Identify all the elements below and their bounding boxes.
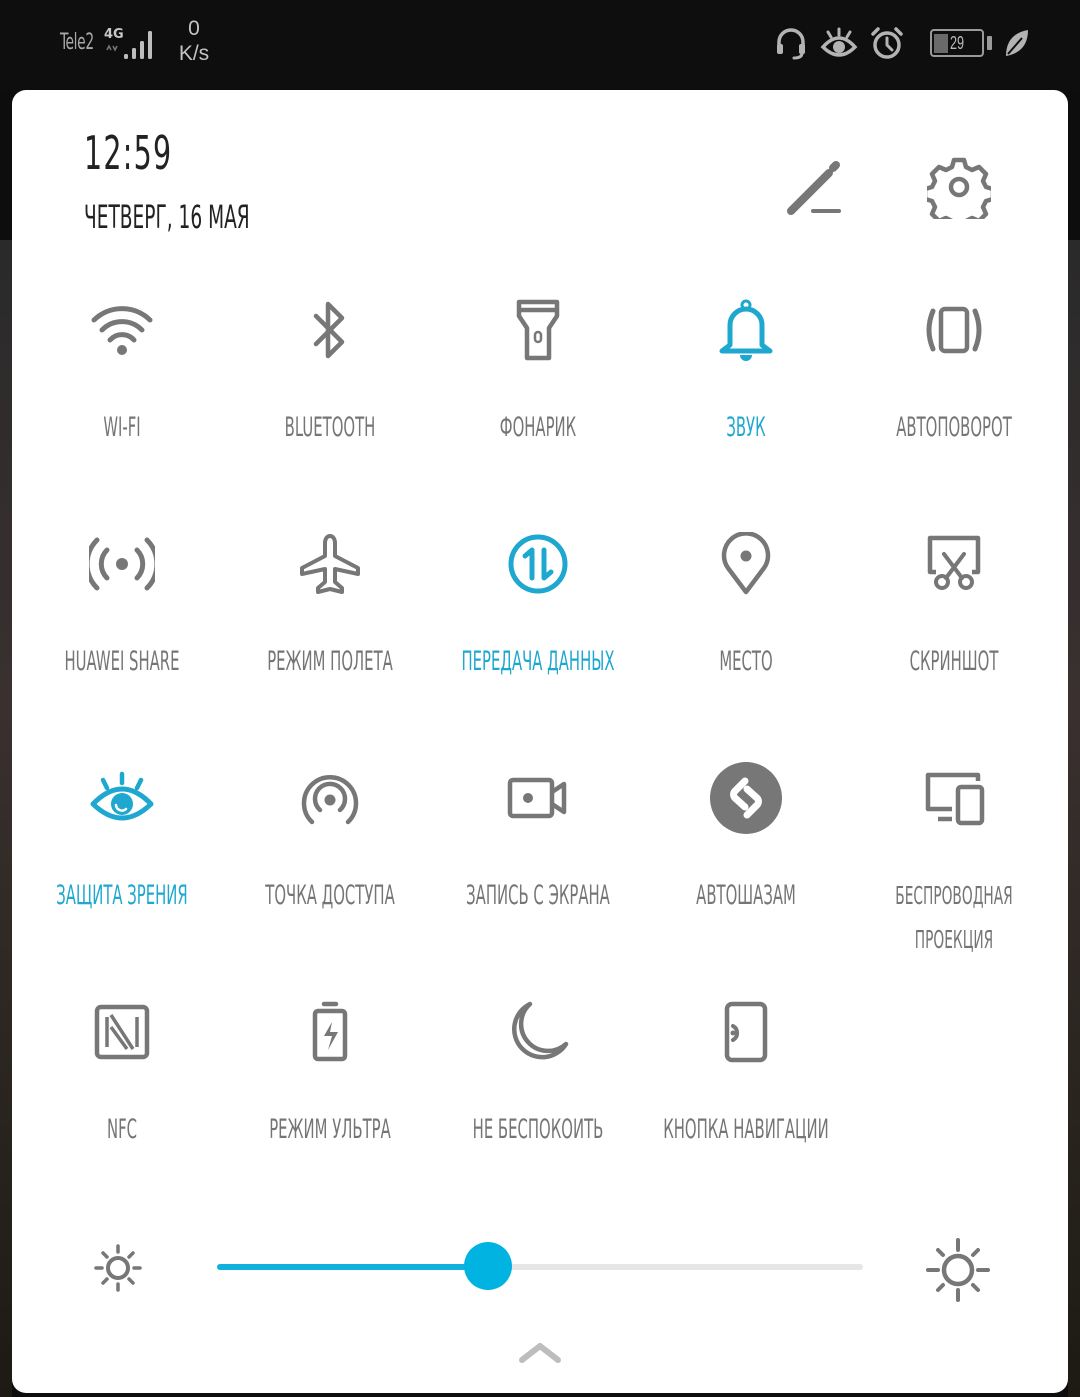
- signal-icon: 4G: [104, 24, 160, 64]
- airplane-icon: [300, 534, 360, 594]
- brightness-fill: [217, 1264, 489, 1270]
- tile-label: Режим полета: [267, 646, 393, 677]
- wifi-icon: [91, 306, 153, 355]
- video-camera-icon: [507, 777, 567, 819]
- tile-label: Режим Ультра: [269, 1114, 391, 1145]
- screenshot-scissors-icon: [927, 535, 981, 590]
- tile-label: Bluetooth: [284, 412, 376, 443]
- tile-label: Запись с экрана: [466, 880, 610, 911]
- leaf-icon: [1006, 30, 1028, 56]
- sun-small-icon: [94, 1244, 142, 1292]
- moon-icon: [512, 1001, 569, 1060]
- edit-tiles-button[interactable]: [780, 152, 850, 222]
- chevron-up-icon[interactable]: [516, 1338, 564, 1368]
- tile-location[interactable]: Место: [642, 514, 850, 748]
- tile-label: Место: [719, 646, 773, 677]
- tile-ultra-mode[interactable]: Режим Ультра: [226, 982, 434, 1216]
- speed-unit: K/s: [178, 42, 210, 65]
- tile-auto-shazam[interactable]: Автошазам: [642, 748, 850, 982]
- tile-sound[interactable]: Звук: [642, 280, 850, 514]
- tile-label: NFC: [106, 1114, 138, 1145]
- network-type: 4G: [104, 27, 124, 42]
- tile-wifi[interactable]: Wi-Fi: [18, 280, 226, 514]
- status-bar: Tele2 4G 0 K/s 29: [0, 0, 1080, 90]
- tile-screenshot[interactable]: Скриншот: [850, 514, 1058, 748]
- battery-bolt-icon: [312, 1001, 348, 1062]
- bell-icon: [719, 299, 773, 361]
- gear-icon: [927, 157, 991, 219]
- tile-dnd[interactable]: Не беспокоить: [434, 982, 642, 1216]
- location-pin-icon: [721, 532, 771, 595]
- battery-fill: [934, 33, 948, 53]
- sun-large-icon: [926, 1238, 990, 1302]
- bluetooth-icon: [313, 301, 345, 359]
- tile-flashlight[interactable]: Фонарик: [434, 280, 642, 514]
- battery-tip: [987, 36, 992, 50]
- battery-percent: 29: [950, 32, 965, 53]
- tile-eye-comfort[interactable]: Защита зрения: [18, 748, 226, 982]
- date: Четверг, 16 мая: [84, 198, 250, 236]
- shazam-icon: [710, 762, 782, 834]
- tile-label: Защита зрения: [56, 880, 188, 911]
- tile-label: Huawei Share: [64, 646, 180, 677]
- tile-label: Беспроводная проекция: [895, 881, 1013, 954]
- devices-icon: [925, 772, 985, 826]
- tile-hotspot[interactable]: Точка доступа: [226, 748, 434, 982]
- share-broadcast-icon: [89, 537, 155, 591]
- headset-icon: [777, 28, 805, 60]
- tile-label: Передача данных: [461, 646, 615, 677]
- quick-settings-panel: 12:59 Четверг, 16 мая Wi-Fi: [12, 90, 1068, 1393]
- carrier-name: Tele2: [60, 30, 94, 55]
- tile-label: Не беспокоить: [472, 1114, 604, 1145]
- clock: 12:59: [84, 126, 173, 180]
- tile-wireless-projection[interactable]: Беспроводная проекция: [850, 748, 1058, 982]
- flashlight-icon: [516, 299, 560, 361]
- tile-airplane[interactable]: Режим полета: [226, 514, 434, 748]
- alarm-icon: [871, 27, 903, 59]
- hotspot-icon: [301, 774, 359, 825]
- pencil-icon: [787, 161, 841, 215]
- speed-value: 0: [188, 17, 200, 40]
- battery-icon: 29: [930, 29, 984, 57]
- tile-label: Звук: [726, 412, 766, 443]
- eye-icon: [90, 771, 154, 821]
- brightness-slider[interactable]: [217, 1242, 863, 1290]
- tile-label: Кнопка навигации: [663, 1114, 829, 1145]
- tile-autorotate[interactable]: Автоповорот: [850, 280, 1058, 514]
- background-wallpaper-left: [0, 240, 12, 1397]
- tile-label: Скриншот: [909, 646, 999, 677]
- tile-label: Автошазам: [696, 880, 796, 911]
- tile-huawei-share[interactable]: Huawei Share: [18, 514, 226, 748]
- background-wallpaper-right: [1068, 240, 1080, 1397]
- tile-nav-button[interactable]: Кнопка навигации: [642, 982, 850, 1216]
- nav-dock-icon: [724, 1001, 768, 1063]
- tile-mobile-data[interactable]: Передача данных: [434, 514, 642, 748]
- rotate-icon: [926, 306, 982, 354]
- eye-comfort-icon: [820, 27, 858, 57]
- tiles-grid: Wi-Fi Bluetooth Фонарик Звук: [18, 280, 1058, 1216]
- nfc-icon: [94, 1004, 150, 1060]
- network-speed: 0 K/s: [170, 16, 218, 66]
- tile-screen-record[interactable]: Запись с экрана: [434, 748, 642, 982]
- settings-button[interactable]: [924, 152, 994, 222]
- tile-label: Точка доступа: [265, 880, 395, 911]
- tile-label: Автоповорот: [896, 412, 1012, 443]
- tile-label: Wi-Fi: [103, 412, 141, 443]
- brightness-row: [12, 1230, 1068, 1310]
- tile-bluetooth[interactable]: Bluetooth: [226, 280, 434, 514]
- brightness-thumb[interactable]: [464, 1242, 513, 1290]
- tile-label: Фонарик: [499, 412, 577, 443]
- tile-nfc[interactable]: NFC: [18, 982, 226, 1216]
- data-transfer-icon: [508, 534, 568, 594]
